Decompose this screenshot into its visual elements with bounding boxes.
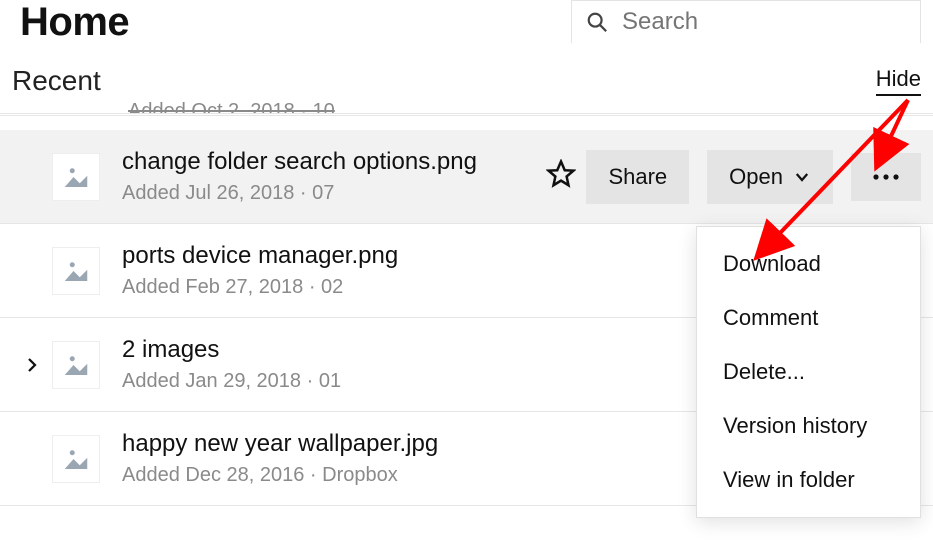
partial-row-meta: Added Oct 2, 2018 · 10 [0,100,933,114]
open-button[interactable]: Open [707,150,833,204]
section-recent-label: Recent [12,65,101,97]
image-file-icon [52,435,100,483]
search-box[interactable] [571,0,921,43]
open-button-label: Open [729,164,783,190]
file-name: change folder search options.png [122,148,526,176]
page-title: Home [20,0,129,45]
image-file-icon [52,153,100,201]
search-icon [586,11,608,33]
chevron-right-icon[interactable] [23,356,41,374]
menu-comment[interactable]: Comment [697,291,920,345]
file-row[interactable]: change folder search options.png Added J… [0,130,933,224]
more-actions-menu: Download Comment Delete... Version histo… [696,226,921,518]
chevron-down-icon [793,168,811,186]
menu-delete[interactable]: Delete... [697,345,920,399]
menu-version-history[interactable]: Version history [697,399,920,453]
more-actions-button[interactable] [851,153,921,201]
search-input[interactable] [620,7,906,37]
menu-download[interactable]: Download [697,237,920,291]
star-icon [546,159,576,189]
ellipsis-icon [871,167,901,187]
file-meta: Added Jul 26, 2018 · 07 [122,182,526,205]
image-file-icon [52,341,100,389]
image-file-icon [52,247,100,295]
menu-view-in-folder[interactable]: View in folder [697,453,920,507]
hide-link[interactable]: Hide [876,66,921,96]
star-button[interactable] [526,159,586,194]
share-button[interactable]: Share [586,150,689,204]
